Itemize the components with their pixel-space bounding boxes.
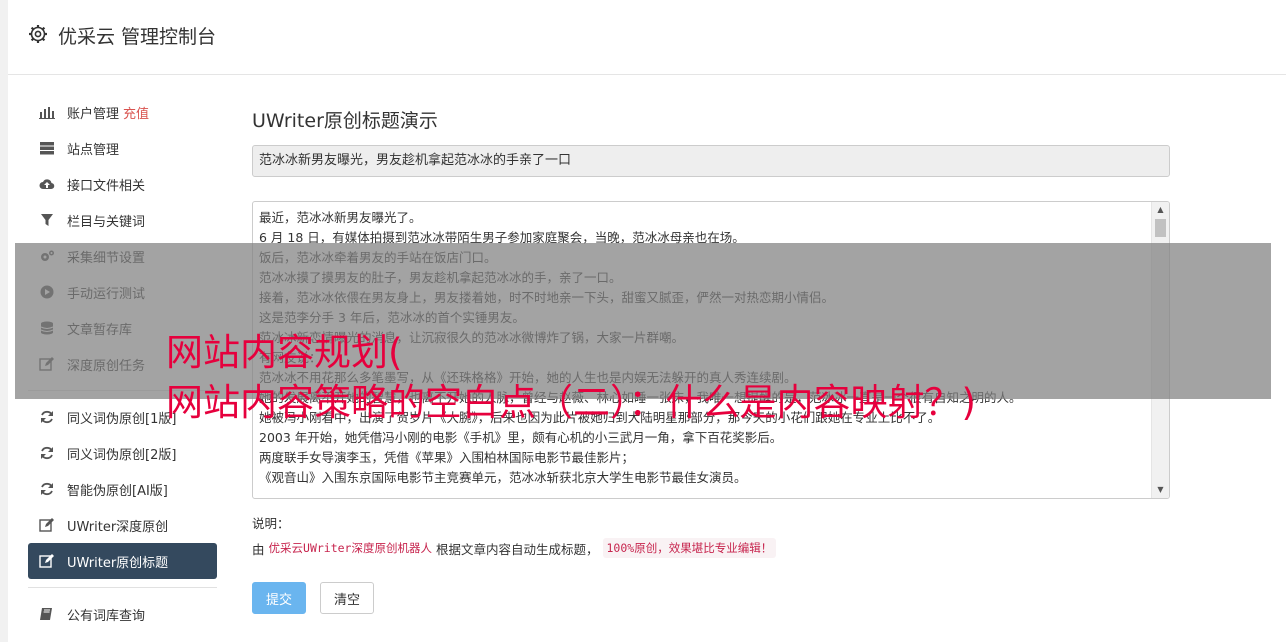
app-title: 优采云 管理控制台 (58, 26, 217, 48)
book-icon (38, 606, 56, 622)
sidebar-item[interactable]: UWriter原创标题 (28, 543, 217, 579)
article-line: 《观音山》入围东京国际电影节主竞赛单元，范冰冰斩获北京大学生电影节最佳女演员。 (259, 470, 747, 485)
sidebar-item-label: 公有词库查询 (67, 608, 146, 624)
sidebar-item-label: 同义词伪原创[2版] (67, 447, 177, 463)
generated-title-field[interactable]: 范冰冰新男友曝光，男友趁机拿起范冰冰的手亲了一口 (252, 145, 1170, 177)
refresh-icon (38, 445, 56, 461)
note-label: 说明： (252, 516, 290, 531)
button-row: 提交 清空 (252, 582, 1172, 614)
note-code: 优采云UWriter深度原创机器人 (268, 541, 432, 555)
edit-icon (38, 517, 56, 533)
sidebar-item[interactable]: 栏目与关键词 (28, 202, 217, 238)
overlay-line-2: 网站内容策略的空白点（二）：什么是内容映射？) (166, 381, 976, 424)
sidebar-item[interactable]: 公有词库查询 (28, 596, 217, 632)
sidebar-item[interactable]: 同义词伪原创[2版] (28, 435, 217, 471)
note-middle: 根据文章内容自动生成标题， (435, 541, 599, 557)
server-icon (38, 140, 56, 156)
bar-chart-icon (38, 104, 56, 120)
scroll-down-icon[interactable]: ▼ (1152, 482, 1169, 498)
sidebar-item-label: 智能伪原创[AI版] (67, 483, 168, 499)
sidebar-item-label: 栏目与关键词 (67, 214, 146, 230)
note-badge: 100%原创，效果堪比专业编辑！ (602, 538, 777, 558)
scroll-thumb[interactable] (1155, 219, 1166, 237)
edit-icon (38, 553, 56, 569)
sidebar-item[interactable]: 站点管理 (28, 130, 217, 166)
note-prefix: 由 (252, 541, 265, 557)
sidebar-item-label: 账户管理 (67, 106, 120, 122)
sidebar-divider (28, 587, 217, 588)
gear-icon (28, 24, 48, 44)
sidebar-item[interactable]: UWriter深度原创 (28, 507, 217, 543)
refresh-icon (38, 481, 56, 497)
article-line: 2003 年开始，她凭借冯小刚的电影《手机》里，颇有心机的小三武月一角，拿下百花… (259, 430, 783, 445)
sidebar-item-label: UWriter深度原创 (67, 519, 169, 535)
article-line: 最近，范冰冰新男友曝光了。 (259, 210, 422, 225)
filter-icon (38, 212, 56, 228)
overlay-caption: 网站内容规划( 网站内容策略的空白点（二）：什么是内容映射？) (166, 328, 976, 428)
header: 优采云 管理控制台 (8, 0, 1286, 75)
overlay-line-1: 网站内容规划( (166, 331, 403, 374)
sidebar-item-label: UWriter原创标题 (67, 555, 169, 571)
clear-button[interactable]: 清空 (320, 582, 374, 614)
sidebar-item[interactable]: 接口文件相关 (28, 166, 217, 202)
page-title: UWriter原创标题演示 (252, 110, 438, 132)
sidebar-item-label: 站点管理 (67, 142, 120, 158)
cloud-upload-icon (38, 176, 56, 192)
recharge-link[interactable]: 充值 (123, 103, 149, 122)
sidebar-item-label: 接口文件相关 (67, 178, 146, 194)
submit-button[interactable]: 提交 (252, 582, 306, 614)
refresh-icon (38, 409, 56, 425)
note-line: 由 优采云UWriter深度原创机器人 根据文章内容自动生成标题， 100%原创… (252, 538, 1172, 558)
scroll-up-icon[interactable]: ▲ (1152, 202, 1169, 218)
sidebar-item[interactable]: 账户管理 充值 (28, 94, 217, 130)
article-line: 两度联手女导演李玉，凭借《苹果》入围柏林国际电影节最佳影片； (259, 450, 635, 465)
sidebar-item-label: 同义词伪原创[1版] (67, 411, 177, 427)
sidebar-item[interactable]: 智能伪原创[AI版] (28, 471, 217, 507)
